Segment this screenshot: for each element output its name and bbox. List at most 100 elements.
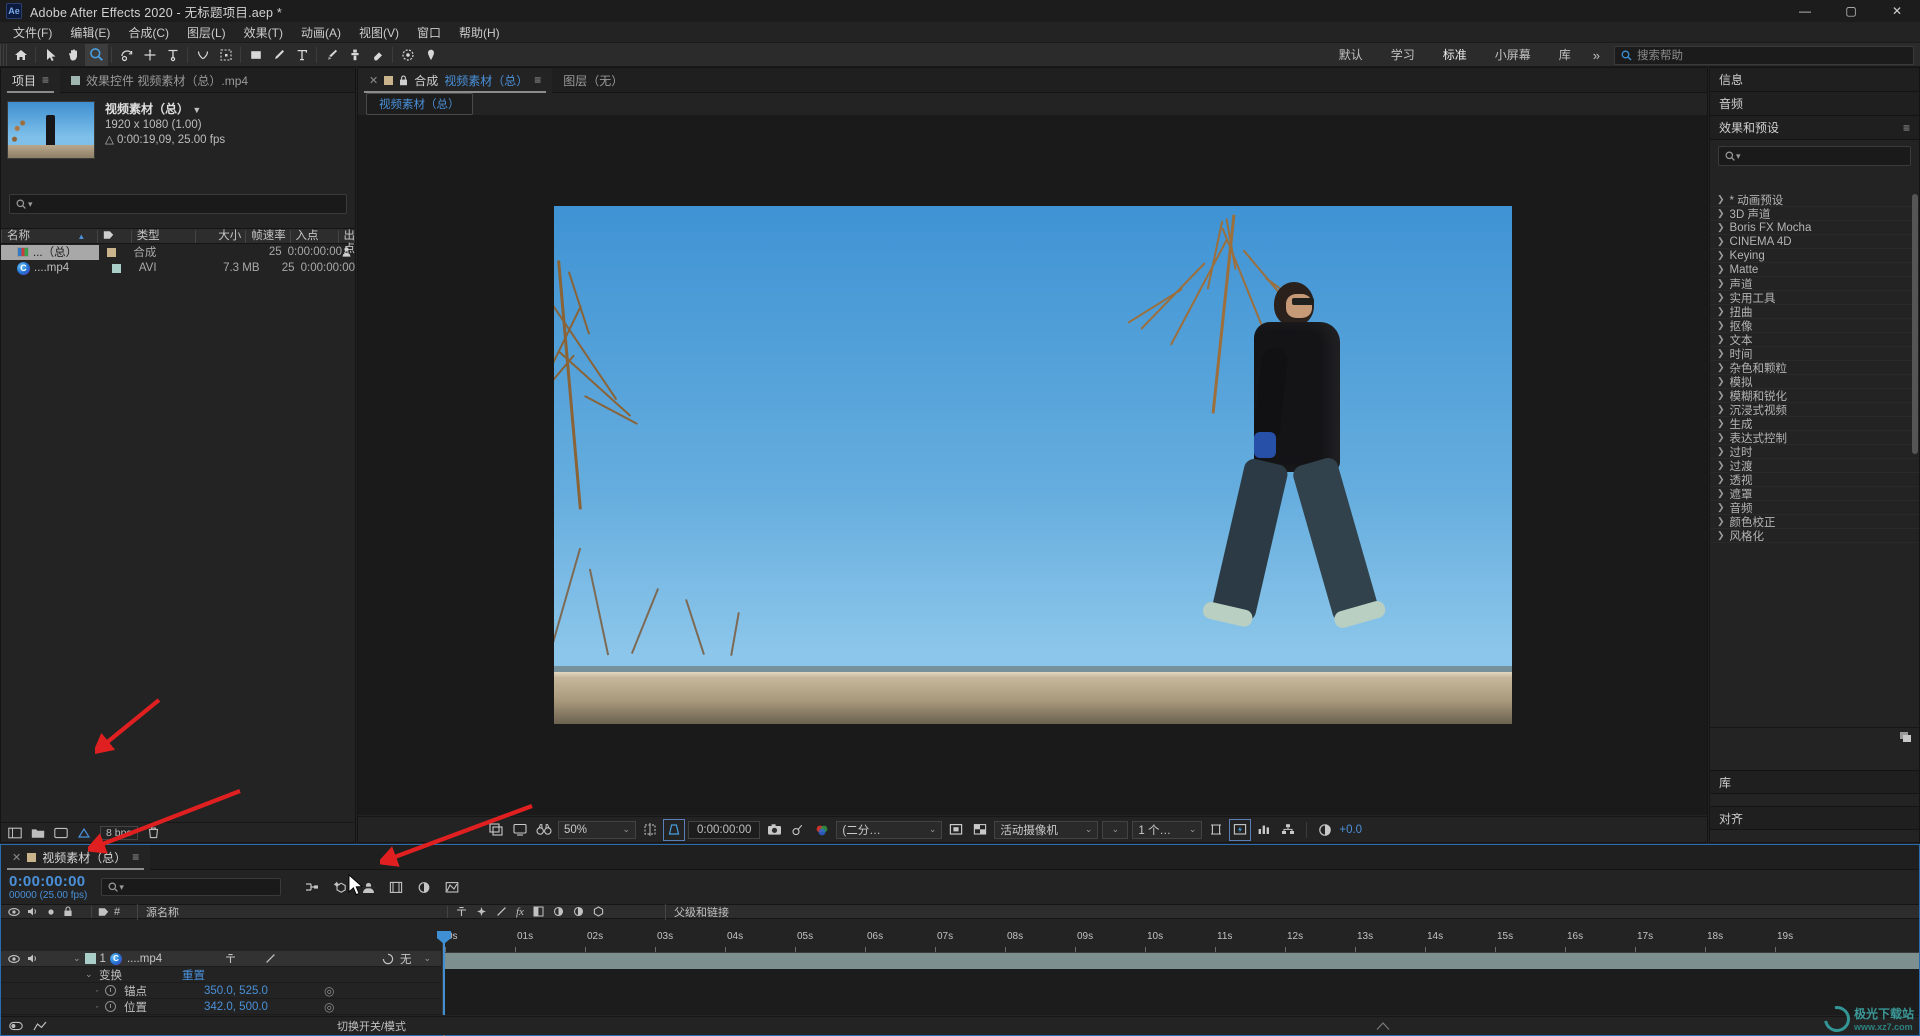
close-button[interactable]: ✕ [1874, 0, 1920, 22]
project-settings-icon[interactable] [77, 827, 91, 839]
timeline-search-input[interactable]: ▾ [101, 878, 282, 896]
panel-info[interactable]: 信息 [1710, 68, 1919, 92]
folder-icon[interactable] [31, 827, 45, 839]
stopwatch-icon[interactable] [105, 985, 116, 996]
region-of-interest-icon[interactable] [663, 818, 685, 841]
timeline-layer-row[interactable]: ⌄ 1 C ....mp4 无 ⌄ [1, 951, 441, 967]
menu-view[interactable]: 视图(V) [350, 22, 408, 43]
column-header-in[interactable]: 入点 [289, 229, 338, 243]
menu-effect[interactable]: 效果(T) [235, 22, 292, 43]
workspace-tab-library[interactable]: 库 [1545, 43, 1585, 67]
column-header-name[interactable]: 名称 ▲ [1, 229, 97, 243]
menu-file[interactable]: 文件(F) [4, 22, 61, 43]
project-row-label-cell[interactable] [99, 247, 133, 257]
composition-viewer[interactable] [553, 206, 1512, 724]
minimize-button[interactable]: — [1782, 0, 1828, 22]
layer-color-swatch[interactable] [84, 953, 96, 964]
column-header-fps[interactable]: 帧速率 [245, 229, 289, 243]
column-header-source-name[interactable]: 源名称 [137, 903, 447, 920]
transform-reset-button[interactable]: 重置 [182, 967, 205, 983]
effect-group-item[interactable]: ❯ Keying [1710, 249, 1919, 263]
panel-menu-icon[interactable]: ≡ [42, 73, 49, 87]
effects-switch-label[interactable]: fx [516, 906, 524, 918]
close-icon[interactable]: ✕ [12, 851, 21, 864]
column-header-parent-link[interactable]: 父级和链接 [665, 903, 1919, 920]
snapshot-icon[interactable] [764, 820, 784, 840]
timeline-graph-icon[interactable] [1254, 820, 1274, 840]
adjustment-layer-icon[interactable] [573, 906, 584, 917]
panel-effects-and-presets[interactable]: 效果和预设 ≡ [1710, 116, 1919, 140]
hand-tool-icon[interactable] [62, 44, 85, 66]
frame-blending-icon[interactable] [385, 877, 407, 897]
menu-composition[interactable]: 合成(C) [119, 22, 178, 43]
main-view-icon[interactable] [486, 820, 506, 840]
camera-view-select[interactable]: 活动摄像机 ⌄ [994, 820, 1099, 839]
layer-duration-bar[interactable] [443, 953, 1919, 969]
quality-icon[interactable] [496, 906, 507, 917]
puppet-pin-tool-icon[interactable] [419, 44, 442, 66]
chevron-down-icon[interactable]: ⌄ [85, 969, 99, 980]
region-of-interest-toggle-icon[interactable] [946, 820, 966, 840]
property-row-position[interactable]: · 位置 342.0, 500.0 ◎ [1, 999, 441, 1015]
workspace-tab-learn[interactable]: 学习 [1377, 43, 1429, 67]
chevron-down-icon[interactable]: ⌄ [73, 953, 81, 964]
menu-window[interactable]: 窗口 [408, 22, 450, 43]
tab-composition[interactable]: ✕ 合成 视频素材（总） ≡ [358, 67, 553, 93]
project-search-input[interactable]: ▾ [9, 194, 347, 214]
effect-group-item[interactable]: ❯ 3D 声道 [1710, 207, 1919, 221]
graph-editor-footer-icon[interactable] [33, 1020, 47, 1032]
frame-blend-icon[interactable] [533, 906, 544, 917]
menu-layer[interactable]: 图层(L) [178, 22, 235, 43]
playhead[interactable] [443, 931, 445, 1015]
trash-icon[interactable] [147, 826, 160, 839]
tab-layer[interactable]: 图层（无） [552, 68, 634, 93]
audio-icon[interactable] [27, 953, 39, 964]
workspace-tab-smallscreen[interactable]: 小屏幕 [1481, 43, 1545, 67]
search-dropdown-icon[interactable]: ▾ [28, 199, 33, 210]
layer-parent-cell[interactable]: 无 ⌄ [376, 951, 441, 967]
solo-icon[interactable] [46, 907, 56, 917]
panel-audio[interactable]: 音频 [1710, 92, 1919, 116]
toolbar-grip[interactable] [0, 43, 7, 66]
panel-library[interactable]: 库 [1710, 770, 1919, 794]
rectangle-tool-icon[interactable] [244, 44, 267, 66]
pickwhip-icon[interactable] [382, 953, 394, 965]
effect-group-item[interactable]: ❯ Boris FX Mocha [1710, 221, 1919, 235]
effects-search-input[interactable]: ▾ [1718, 146, 1911, 166]
mask-tool-icon[interactable] [214, 44, 237, 66]
home-icon[interactable] [9, 44, 32, 66]
motion-blur-icon[interactable] [413, 877, 435, 897]
tab-timeline-comp[interactable]: ✕ 视频素材（总） ≡ [1, 844, 151, 870]
menu-edit[interactable]: 编辑(E) [61, 22, 119, 43]
composition-mini-flowchart-icon[interactable] [301, 877, 323, 897]
track-row[interactable] [443, 1001, 1919, 1017]
always-preview-icon[interactable] [510, 820, 530, 840]
panel-menu-icon[interactable]: ≡ [534, 73, 541, 87]
column-header-out[interactable]: 出点 [337, 229, 355, 255]
effects-scrollbar[interactable] [1912, 194, 1918, 454]
chevron-down-icon[interactable]: ▼ [192, 105, 201, 115]
help-search-input[interactable]: 搜索帮助 [1614, 45, 1914, 65]
grid-guides-icon[interactable] [640, 820, 660, 840]
new-comp-icon[interactable] [54, 827, 68, 839]
comp-flowchart-icon[interactable] [1278, 820, 1298, 840]
composition-name-chip[interactable]: 视频素材（总） [366, 93, 473, 115]
resolution-select[interactable]: (二分… ⌄ [836, 820, 943, 839]
property-value[interactable]: 342.0, 500.0 [204, 1001, 324, 1013]
zoom-tool-icon[interactable] [85, 43, 108, 66]
track-row[interactable] [443, 969, 1919, 985]
panel-menu-icon[interactable]: ≡ [1903, 121, 1910, 135]
timeline-track-area[interactable]: 0s 01s 02s 03s 04s 05s 06s 07s 08s 09s 1… [442, 931, 1919, 1036]
search-dropdown-icon[interactable]: ▾ [1736, 151, 1741, 162]
workspace-tab-default[interactable]: 默认 [1325, 43, 1377, 67]
channel-rgb-icon[interactable] [812, 820, 832, 840]
track-row[interactable] [443, 985, 1919, 1001]
view-layout-chevron[interactable]: ⌄ [1102, 820, 1129, 839]
project-row-footage[interactable]: C ....mp4 AVI 7.3 MB 25 0:00:00:00 [1, 260, 355, 276]
project-row-label-cell[interactable] [104, 263, 139, 273]
audio-icon[interactable] [27, 906, 39, 917]
clone-stamp-tool-icon[interactable] [343, 44, 366, 66]
label-tag-icon[interactable] [98, 907, 109, 917]
lock-icon[interactable] [399, 75, 408, 86]
view-count-select[interactable]: 1 个… ⌄ [1132, 820, 1203, 839]
